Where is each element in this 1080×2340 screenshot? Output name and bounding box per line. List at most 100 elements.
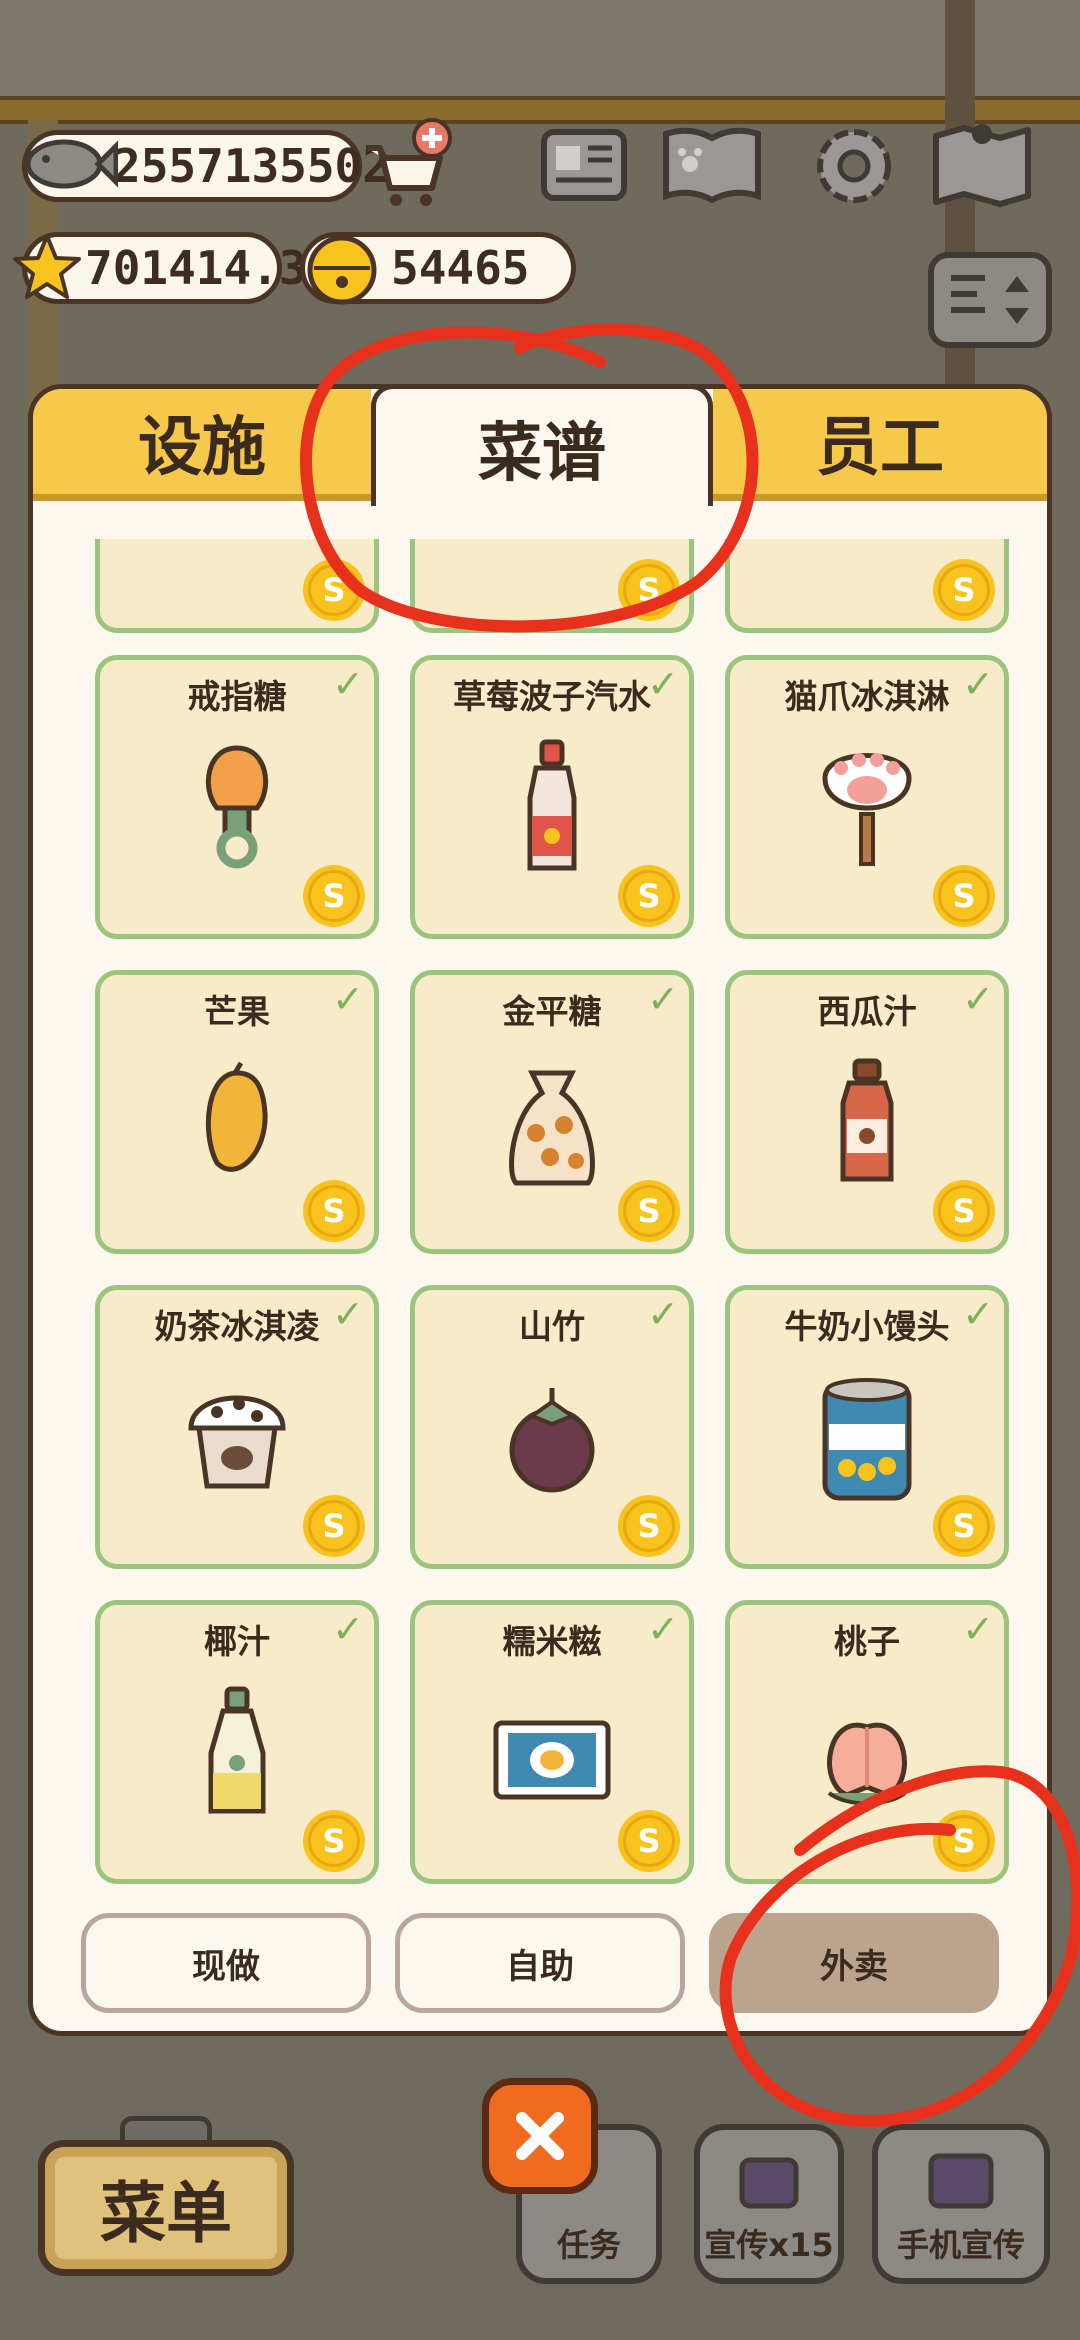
milk-tea-ice-cream-icon: [188, 1395, 286, 1489]
recipe-card[interactable]: 糯米糍 ✓ S: [410, 1600, 694, 1884]
recipe-card[interactable]: 西瓜汁 ✓ S: [725, 970, 1009, 1254]
recipe-card[interactable]: 桃子 ✓ S: [725, 1600, 1009, 1884]
milk-bun-can-icon: [822, 1378, 912, 1501]
check-icon: ✓: [332, 1607, 364, 1651]
star-count: 701414.3: [85, 241, 307, 295]
sort-toggle-button[interactable]: [928, 252, 1052, 348]
bell-count: 54465: [391, 241, 530, 295]
task-label: 任务: [556, 2226, 621, 2264]
mochi-pack-icon: [493, 1720, 611, 1800]
coin-symbol: S: [637, 1507, 661, 1545]
recipe-card[interactable]: 芒果 ✓ S: [95, 970, 379, 1254]
coin-icon: S: [623, 1500, 675, 1552]
coin-symbol: S: [637, 1822, 661, 1860]
coin-symbol: S: [952, 877, 976, 915]
recipe-card[interactable]: 椰汁 ✓ S: [95, 1600, 379, 1884]
mango-icon: [205, 1061, 268, 1172]
check-icon: ✓: [962, 977, 994, 1021]
coin-icon: S: [938, 1500, 990, 1552]
coin-icon: S: [623, 564, 675, 616]
coin-symbol: S: [322, 1192, 346, 1230]
paw-book-icon[interactable]: [660, 118, 764, 214]
coin-symbol: S: [952, 571, 976, 609]
mangosteen-icon: [509, 1388, 595, 1493]
background-wall: [0, 0, 1080, 100]
tab-label: 菜谱: [478, 416, 606, 491]
promo-label: 宣传x15: [704, 2226, 834, 2264]
map-icon[interactable]: [930, 118, 1034, 214]
phone-promo-button[interactable]: 手机宣传: [872, 2124, 1050, 2284]
coin-symbol: S: [637, 571, 661, 609]
recipe-card-partial[interactable]: S: [410, 539, 694, 633]
check-icon: ✓: [647, 1292, 679, 1336]
bell-icon: [300, 228, 384, 308]
menu-button[interactable]: 菜单: [38, 2140, 294, 2276]
recipe-card[interactable]: 草莓波子汽水 ✓ S: [410, 655, 694, 939]
coin-icon: S: [308, 564, 360, 616]
coin-icon: S: [623, 1185, 675, 1237]
coin-icon: S: [308, 1500, 360, 1552]
tab-facilities[interactable]: 设施: [33, 389, 371, 501]
settings-gear-icon[interactable]: [802, 118, 906, 214]
self-service-button[interactable]: 自助: [395, 1913, 685, 2013]
mode-label: 现做: [192, 1946, 260, 1987]
ring-candy-icon: [205, 745, 269, 869]
coin-symbol: S: [637, 1192, 661, 1230]
check-icon: ✓: [962, 1292, 994, 1336]
check-icon: ✓: [332, 1292, 364, 1336]
coin-symbol: S: [322, 571, 346, 609]
check-icon: ✓: [332, 977, 364, 1021]
coin-symbol: S: [952, 1507, 976, 1545]
candy-bag-icon: [509, 1070, 595, 1186]
strawberry-soda-icon: [527, 739, 577, 871]
phone-promo-label: 手机宣传: [896, 2226, 1025, 2264]
cat-paw-ice-cream-icon: [822, 753, 912, 866]
check-icon: ✓: [647, 662, 679, 706]
recipe-card[interactable]: 奶茶冰淇凌 ✓ S: [95, 1285, 379, 1569]
recipe-panel: 设施 员工 菜谱 S S S 戒指糖 ✓ S 草莓波子汽水 ✓ S 猫爪冰淇淋 …: [28, 384, 1052, 2036]
menu-label: 菜单: [100, 2175, 232, 2252]
fish-icon: [18, 124, 118, 204]
peach-icon: [827, 1722, 907, 1806]
coin-icon: S: [308, 870, 360, 922]
promo-button[interactable]: 宣传x15: [694, 2124, 844, 2284]
check-icon: ✓: [962, 662, 994, 706]
close-icon: [516, 2112, 564, 2160]
recipe-card[interactable]: 牛奶小馒头 ✓ S: [725, 1285, 1009, 1569]
tab-staff[interactable]: 员工: [713, 389, 1047, 501]
coin-symbol: S: [952, 1192, 976, 1230]
watermelon-juice-icon: [840, 1058, 894, 1182]
fish-count: 2557135502: [113, 139, 390, 193]
takeout-button[interactable]: 外卖: [709, 1913, 999, 2013]
recipe-grid: S S S 戒指糖 ✓ S 草莓波子汽水 ✓ S 猫爪冰淇淋 ✓ S 芒果 ✓ …: [33, 539, 1047, 1899]
coin-icon: S: [308, 1185, 360, 1237]
star-icon: [12, 232, 82, 302]
check-icon: ✓: [962, 1607, 994, 1651]
recipe-card-partial[interactable]: S: [95, 539, 379, 633]
shop-cart-add-button[interactable]: [360, 118, 452, 210]
recipe-card-partial[interactable]: S: [725, 539, 1009, 633]
coin-icon: S: [938, 870, 990, 922]
coin-icon: S: [938, 1185, 990, 1237]
tab-label: 设施: [138, 410, 266, 485]
tab-recipes[interactable]: 菜谱: [371, 389, 713, 506]
recipe-card[interactable]: 猫爪冰淇淋 ✓ S: [725, 655, 1009, 939]
phone-icon: [928, 2153, 994, 2209]
close-button[interactable]: [482, 2078, 598, 2194]
mode-label: 外卖: [820, 1946, 888, 1987]
coin-symbol: S: [322, 877, 346, 915]
check-icon: ✓: [332, 662, 364, 706]
recipe-card[interactable]: 金平糖 ✓ S: [410, 970, 694, 1254]
dine-in-button[interactable]: 现做: [81, 1913, 371, 2013]
tab-label: 员工: [816, 410, 944, 485]
news-icon[interactable]: [532, 118, 636, 214]
recipe-card[interactable]: 山竹 ✓ S: [410, 1285, 694, 1569]
check-icon: ✓: [647, 1607, 679, 1651]
recipe-card[interactable]: 戒指糖 ✓ S: [95, 655, 379, 939]
coin-symbol: S: [952, 1822, 976, 1860]
coconut-juice-icon: [208, 1686, 266, 1814]
coin-icon: S: [938, 1815, 990, 1867]
coin-icon: S: [623, 870, 675, 922]
coin-symbol: S: [637, 877, 661, 915]
coin-icon: S: [938, 564, 990, 616]
